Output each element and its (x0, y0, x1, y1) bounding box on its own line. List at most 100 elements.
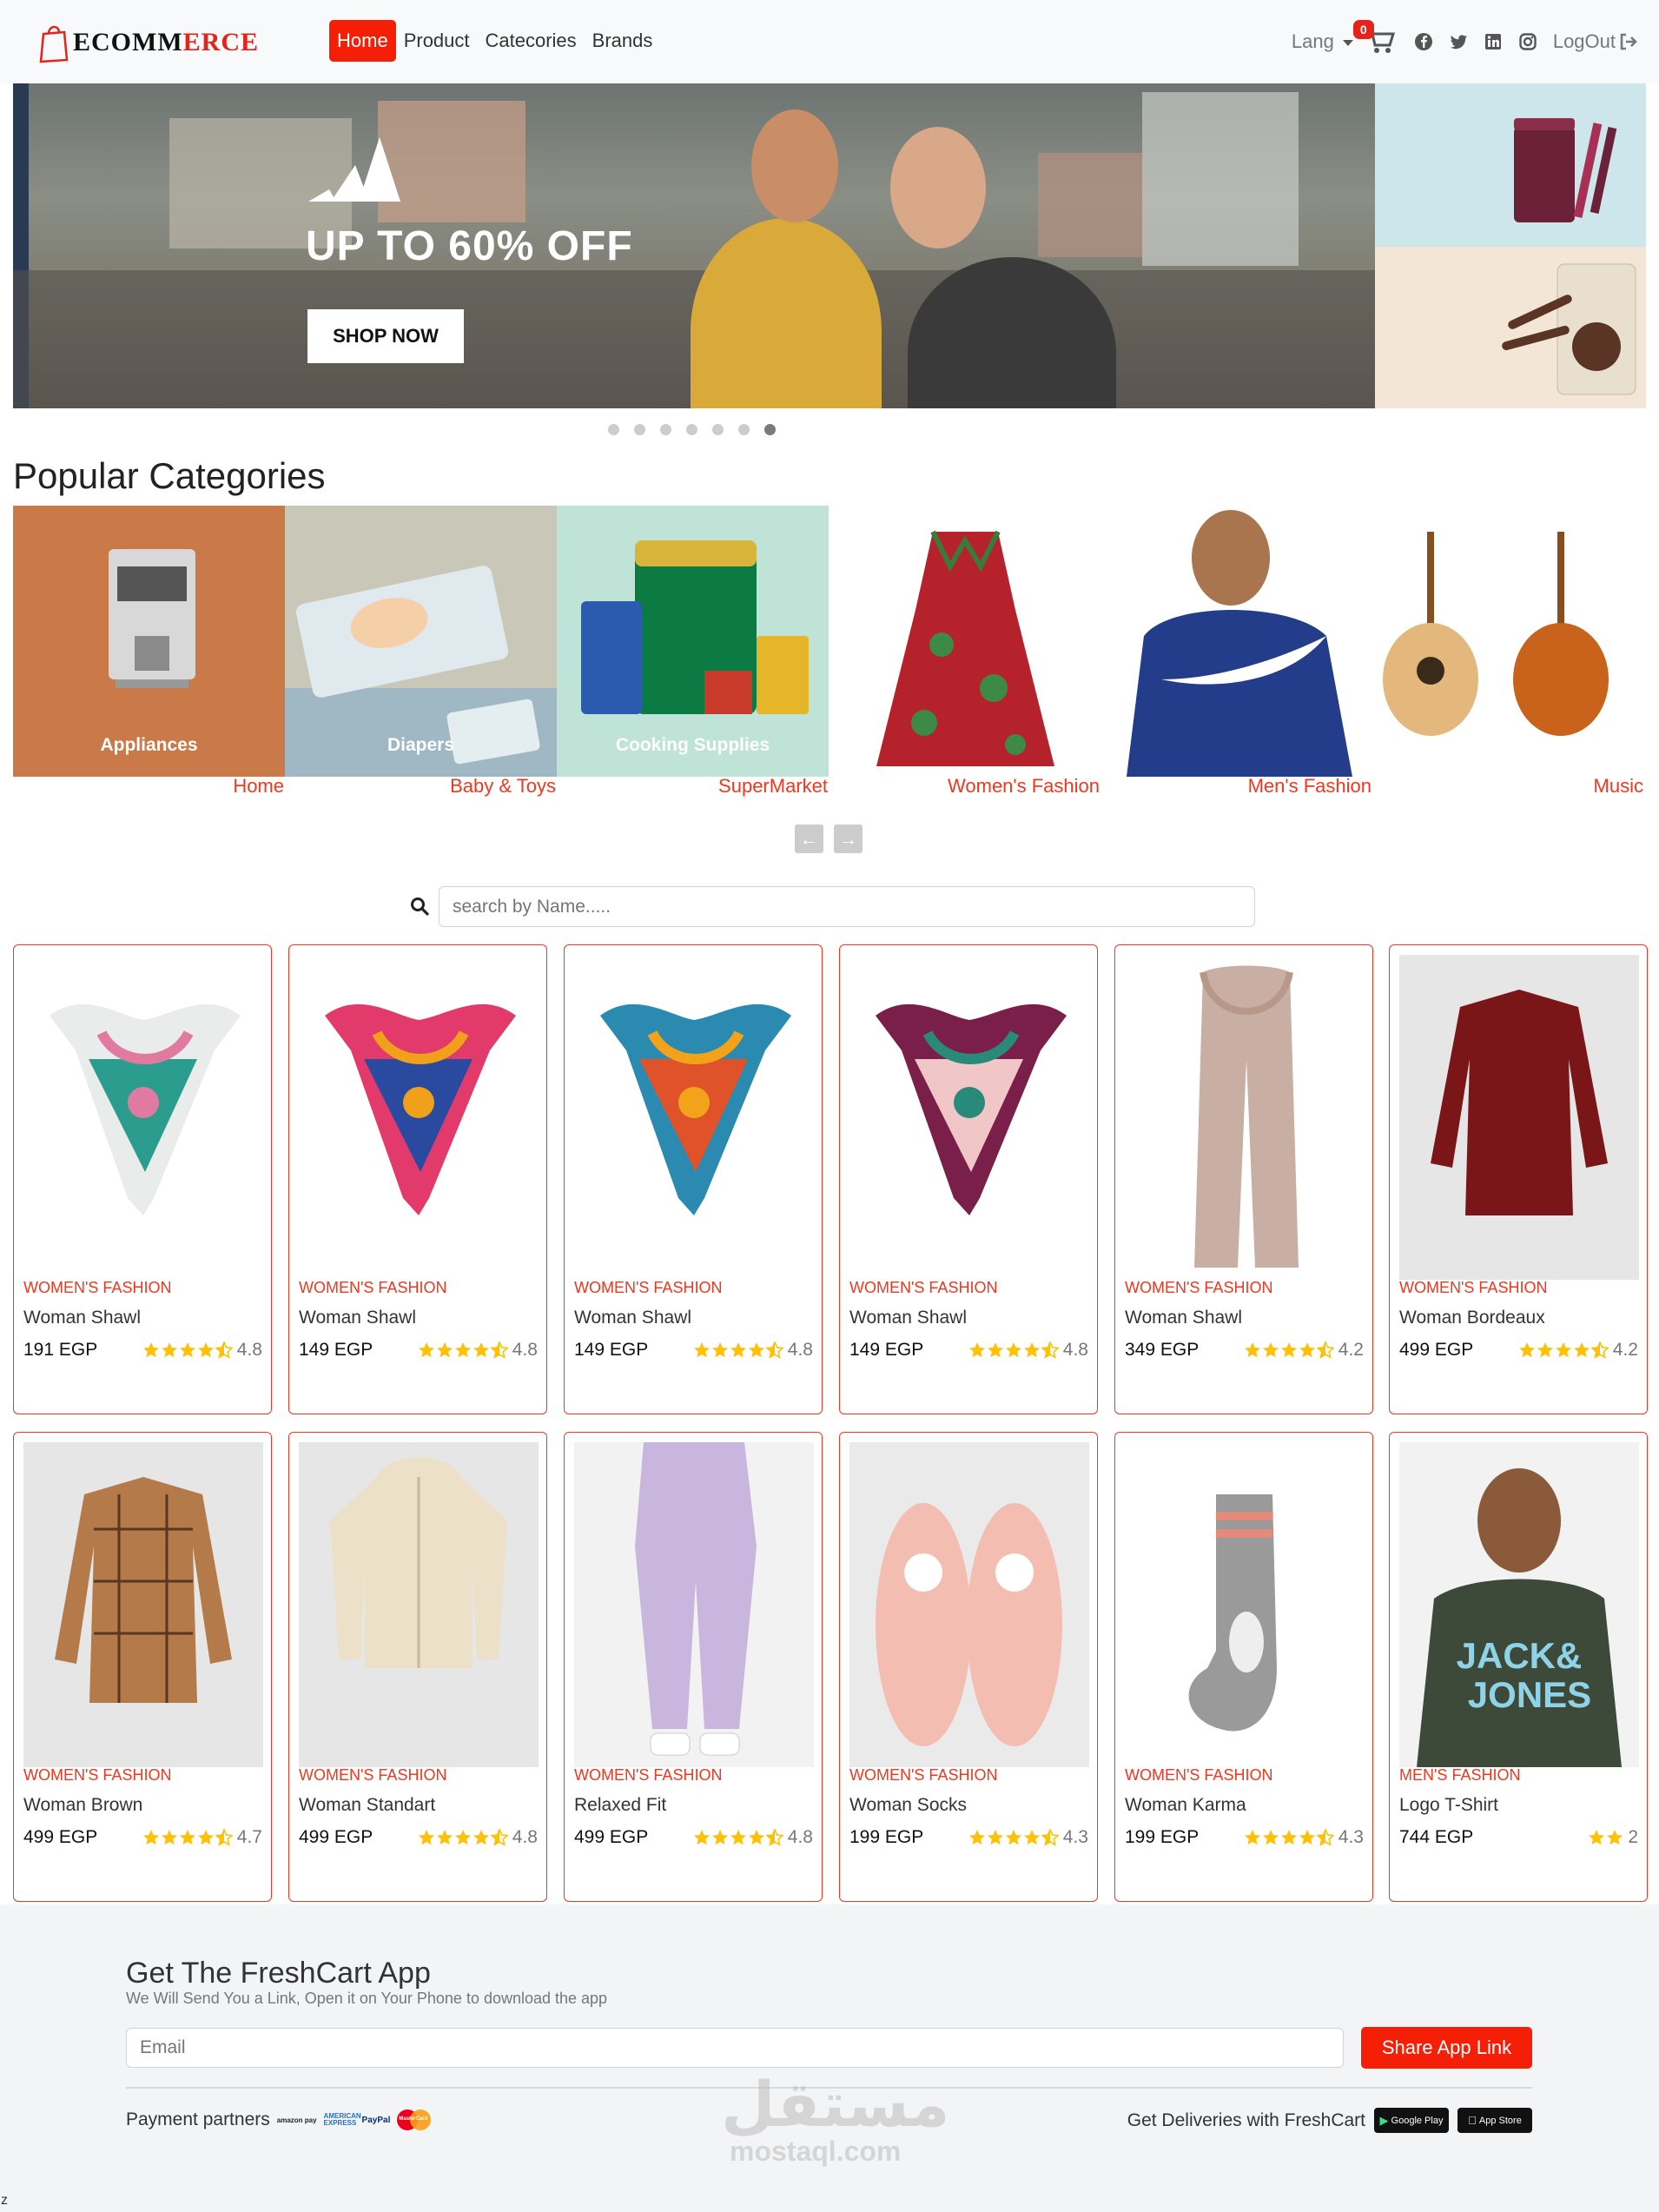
category-label[interactable]: SuperMarket (557, 775, 829, 798)
product-category[interactable]: Women's Fashion (1125, 1766, 1272, 1785)
search-input[interactable] (439, 886, 1255, 927)
product-card[interactable]: Women's Fashion Woman Shawl 149 EGP 4.8 (564, 944, 823, 1414)
arrow-right-button[interactable]: → (834, 825, 863, 853)
slider-dot[interactable] (686, 424, 697, 435)
product-category[interactable]: Women's Fashion (1125, 1279, 1272, 1297)
category-card-supermarket[interactable]: Cooking Supplies (557, 506, 829, 777)
slider-dot[interactable] (738, 424, 750, 435)
instagram-icon[interactable] (1518, 32, 1537, 51)
rating-stars (1588, 1829, 1623, 1846)
star-half-icon (765, 1829, 783, 1846)
product-rating: 4.3 (968, 1827, 1088, 1848)
email-field[interactable] (126, 2028, 1344, 2068)
product-category[interactable]: Women's Fashion (23, 1766, 171, 1785)
shop-now-button[interactable]: SHOP NOW (307, 309, 464, 363)
nav-link-home[interactable]: Home (329, 20, 396, 62)
linkedin-icon[interactable] (1484, 32, 1503, 51)
category-label[interactable]: Music (1372, 775, 1644, 798)
category-card-baby-toys[interactable]: Diapers (285, 506, 557, 777)
category-caption: Cooking Supplies (615, 735, 770, 755)
product-name[interactable]: Woman Shawl (574, 1308, 691, 1328)
product-name[interactable]: Woman Shawl (23, 1308, 141, 1328)
product-category[interactable]: Women's Fashion (849, 1279, 997, 1297)
star-icon (748, 1342, 764, 1358)
arrow-left-icon: ← (799, 827, 819, 850)
product-category[interactable]: Women's Fashion (574, 1766, 722, 1785)
product-card[interactable]: Women's Fashion Woman Socks 199 EGP 4.3 (839, 1432, 1098, 1902)
nav-link-catecories[interactable]: Catecories (478, 20, 585, 62)
brand-logo[interactable]: ECOMMERCE (38, 19, 259, 66)
product-category[interactable]: Women's Fashion (1399, 1279, 1547, 1297)
product-card[interactable]: Women's Fashion Woman Karma 199 EGP 4.3 (1114, 1432, 1373, 1902)
slider-dot[interactable] (634, 424, 645, 435)
rating-stars (693, 1341, 783, 1359)
category-card-home[interactable]: Appliances (13, 506, 285, 777)
promo-banner-top[interactable] (1375, 83, 1646, 247)
category-label[interactable]: Home (13, 775, 285, 798)
product-card[interactable]: JACK& JONES Men's Fashion Logo T-Shirt 744 E… (1389, 1432, 1648, 1902)
cart-button[interactable]: 0 (1352, 20, 1397, 56)
nav-link-product[interactable]: Product (396, 20, 478, 62)
app-store-button[interactable]: App Store (1457, 2108, 1532, 2133)
product-card[interactable]: Women's Fashion Relaxed Fit 499 EGP 4.8 (564, 1432, 823, 1902)
product-card[interactable]: Women's Fashion Woman Shawl 149 EGP 4.8 (839, 944, 1098, 1414)
rating-value: 4.7 (236, 1827, 262, 1847)
star-half-icon (1316, 1341, 1334, 1359)
product-name[interactable]: Relaxed Fit (574, 1795, 666, 1816)
promo-banner-bottom[interactable] (1375, 247, 1646, 408)
nav-link-brands[interactable]: Brands (585, 20, 661, 62)
product-image (1125, 955, 1365, 1280)
logout-link[interactable]: LogOut (1553, 30, 1638, 53)
category-label[interactable]: Men's Fashion (1100, 775, 1372, 798)
language-dropdown[interactable]: Lang (1292, 30, 1353, 53)
slider-dot[interactable] (660, 424, 671, 435)
product-name[interactable]: Woman Brown (23, 1795, 142, 1816)
product-card[interactable]: Women's Fashion Woman Shawl 191 EGP 4.8 (13, 944, 272, 1414)
twitter-icon[interactable] (1449, 32, 1468, 51)
product-name[interactable]: Woman Shawl (299, 1308, 416, 1328)
category-card-women-s-fashion[interactable] (829, 506, 1100, 777)
rating-value: 2 (1628, 1827, 1638, 1847)
product-card[interactable]: Women's Fashion Woman Brown 499 EGP 4.7 (13, 1432, 272, 1902)
rating-value: 4.2 (1338, 1340, 1364, 1360)
share-app-link-button[interactable]: Share App Link (1361, 2027, 1532, 2069)
product-category[interactable]: Women's Fashion (299, 1279, 446, 1297)
star-icon (693, 1830, 710, 1845)
product-category[interactable]: Women's Fashion (849, 1766, 997, 1785)
product-image (299, 955, 539, 1280)
arrow-left-button[interactable]: ← (795, 825, 823, 853)
star-icon (1262, 1830, 1279, 1845)
product-price: 191 EGP (23, 1340, 98, 1360)
slider-dot[interactable] (764, 424, 776, 435)
product-name[interactable]: Woman Shawl (849, 1308, 967, 1328)
category-label[interactable]: Baby & Toys (285, 775, 557, 798)
category-label[interactable]: Women's Fashion (829, 775, 1100, 798)
product-name[interactable]: Woman Bordeaux (1399, 1308, 1545, 1328)
product-category[interactable]: Women's Fashion (23, 1279, 171, 1297)
product-name[interactable]: Woman Standart (299, 1795, 435, 1816)
product-price: 199 EGP (1125, 1827, 1200, 1847)
product-category[interactable]: Women's Fashion (299, 1766, 446, 1785)
product-card[interactable]: Women's Fashion Woman Standart 499 EGP 4.8 (288, 1432, 547, 1902)
product-card[interactable]: Women's Fashion Woman Shawl 149 EGP 4.8 (288, 944, 547, 1414)
slider-dot[interactable] (712, 424, 724, 435)
product-category[interactable]: Men's Fashion (1399, 1766, 1520, 1785)
category-card-men-s-fashion[interactable] (1100, 506, 1372, 777)
hero-slider[interactable]: UP TO 60% OFF SHOP NOW (13, 83, 1375, 408)
product-name[interactable]: Woman Socks (849, 1795, 967, 1816)
rating-stars (142, 1341, 233, 1359)
product-category[interactable]: Women's Fashion (574, 1279, 722, 1297)
star-icon (711, 1342, 728, 1358)
product-name[interactable]: Woman Shawl (1125, 1308, 1242, 1328)
google-play-button[interactable]: ▶ Google Play (1374, 2108, 1449, 2133)
product-card[interactable]: Women's Fashion Woman Shawl 349 EGP 4.2 (1114, 944, 1373, 1414)
facebook-icon[interactable] (1414, 32, 1433, 51)
product-price: 149 EGP (299, 1340, 373, 1360)
slider-dot[interactable] (608, 424, 619, 435)
product-rating: 4.8 (693, 1827, 813, 1848)
category-card-music[interactable] (1372, 506, 1644, 777)
star-icon (436, 1830, 453, 1845)
product-card[interactable]: Women's Fashion Woman Bordeaux 499 EGP 4.2 (1389, 944, 1648, 1414)
product-name[interactable]: Logo T-Shirt (1399, 1795, 1498, 1816)
product-name[interactable]: Woman Karma (1125, 1795, 1246, 1816)
